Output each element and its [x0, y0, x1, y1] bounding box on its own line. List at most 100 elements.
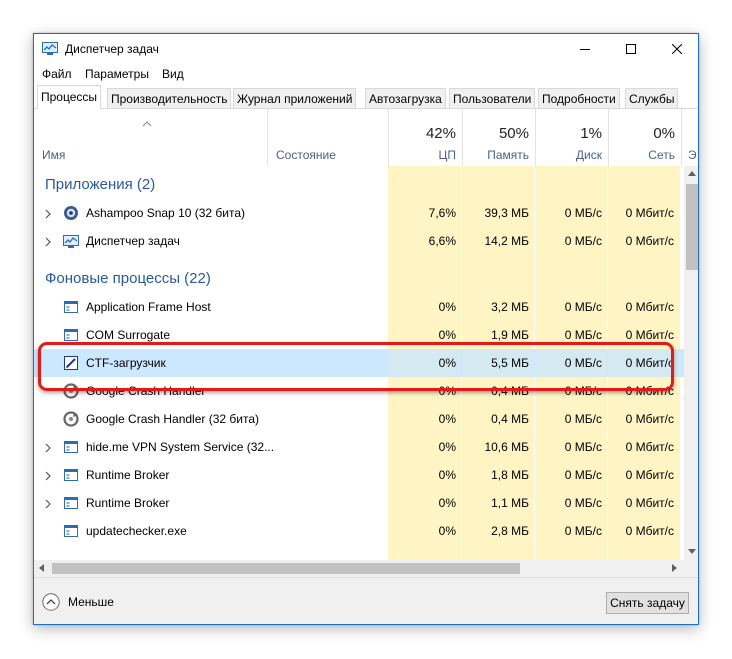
close-button[interactable]: [654, 34, 698, 64]
vertical-scrollbar[interactable]: [684, 166, 698, 560]
disk-cell: 0 МБ/с: [564, 356, 602, 370]
cpu-cell: 0%: [438, 328, 456, 342]
memory-total-percent: 50%: [498, 125, 529, 142]
memory-cell: 0,4 МБ: [491, 384, 529, 398]
window-title: Диспетчер задач: [65, 42, 159, 56]
tab-startup[interactable]: Автозагрузка: [365, 88, 446, 108]
table-row[interactable]: CTF-загрузчик 0% 5,5 МБ 0 МБ/с 0 Мбит/с: [34, 349, 684, 377]
scroll-left-icon[interactable]: [39, 564, 44, 572]
horizontal-scrollbar[interactable]: [34, 560, 684, 577]
tab-details[interactable]: Подробности: [538, 88, 620, 108]
table-row[interactable]: Google Crash Handler 0% 0,4 МБ 0 МБ/с 0 Мбит…: [34, 377, 684, 405]
process-name: COM Surrogate: [86, 328, 171, 342]
network-total-percent: 0%: [653, 125, 675, 142]
maximize-icon: [626, 44, 636, 54]
memory-cell: 0,4 МБ: [491, 412, 529, 426]
tab-app-history[interactable]: Журнал приложений: [233, 88, 357, 108]
expand-chevron-icon[interactable]: [44, 208, 53, 219]
expand-chevron-icon[interactable]: [44, 442, 53, 453]
menu-options[interactable]: Параметры: [85, 67, 149, 81]
table-row[interactable]: Google Crash Handler (32 бита) 0% 0,4 МБ 0 …: [34, 405, 684, 433]
network-cell: 0 Мбит/с: [625, 468, 674, 482]
menu-view[interactable]: Вид: [162, 67, 184, 81]
process-name: Runtime Broker: [86, 468, 170, 482]
process-name: Application Frame Host: [86, 300, 211, 314]
group-header-background[interactable]: Фоновые процессы (22): [34, 265, 684, 293]
cpu-cell: 6,6%: [428, 234, 456, 248]
network-cell: 0 Мбит/с: [625, 300, 674, 314]
group-header-apps[interactable]: Приложения (2): [34, 171, 684, 199]
expand-chevron-icon[interactable]: [44, 236, 53, 247]
column-status: Состояние: [276, 148, 336, 162]
google-update-icon: [63, 383, 79, 399]
process-name: Диспетчер задач: [86, 234, 180, 248]
taskmgr-icon: [63, 233, 79, 249]
group-title: Приложения (2): [45, 176, 156, 193]
horizontal-scroll-thumb[interactable]: [52, 563, 520, 574]
minimize-button-real[interactable]: [562, 34, 608, 64]
table-row[interactable]: COM Surrogate 0% 1,9 МБ 0 МБ/с 0 Мбит/с: [34, 321, 684, 349]
column-cpu-header[interactable]: 42% ЦП: [388, 109, 462, 166]
memory-cell: 39,3 МБ: [484, 206, 529, 220]
network-cell: 0 Мбит/с: [625, 524, 674, 538]
scroll-right-icon[interactable]: [672, 564, 677, 572]
column-memory: Память: [487, 148, 529, 162]
fewer-details-link[interactable]: Меньше: [68, 595, 114, 609]
table-row[interactable]: Runtime Broker 0% 1,1 МБ 0 МБ/с 0 Мбит/с: [34, 489, 684, 517]
column-disk: Диск: [575, 148, 602, 162]
column-memory-header[interactable]: 50% Память: [462, 109, 535, 166]
cpu-cell: 0%: [438, 300, 456, 314]
column-name[interactable]: Имя: [42, 148, 65, 162]
disk-total-percent: 1%: [580, 125, 602, 142]
memory-cell: 14,2 МБ: [484, 234, 529, 248]
cpu-cell: 0%: [438, 440, 456, 454]
disk-cell: 0 МБ/с: [564, 328, 602, 342]
disk-cell: 0 МБ/с: [564, 206, 602, 220]
table-row[interactable]: Runtime Broker 0% 1,8 МБ 0 МБ/с 0 Мбит/с: [34, 461, 684, 489]
table-row[interactable]: updatechecker.exe 0% 2,8 МБ 0 МБ/с 0 Мбит/с: [34, 517, 684, 545]
scroll-down-icon[interactable]: [688, 549, 696, 554]
expand-chevron-icon[interactable]: [44, 498, 53, 509]
title-bar[interactable]: Диспетчер задач: [34, 34, 698, 64]
maximize-button[interactable]: [608, 34, 654, 64]
table-row[interactable]: Диспетчер задач 6,6% 14,2 МБ 0 МБ/с 0 Мбит/с: [34, 227, 684, 255]
process-name: Runtime Broker: [86, 496, 170, 510]
column-status-header[interactable]: Состояние: [267, 109, 388, 166]
window-app-icon: [63, 327, 79, 343]
table-row[interactable]: Application Frame Host 0% 3,2 МБ 0 МБ/с 0 Мб…: [34, 293, 684, 321]
tab-processes[interactable]: Процессы: [37, 85, 102, 109]
memory-cell: 2,8 МБ: [491, 524, 529, 538]
table-row[interactable]: hide.me VPN System Service (32... 0% 10,6 …: [34, 433, 684, 461]
minimize-icon: [580, 49, 590, 50]
column-extra: Э: [688, 148, 697, 162]
process-name: Google Crash Handler: [86, 384, 206, 398]
column-header: Имя Состояние 42% ЦП 50% Память 1% Диск …: [34, 109, 698, 166]
end-task-button[interactable]: Снять задачу: [606, 592, 689, 614]
disk-cell: 0 МБ/с: [564, 412, 602, 426]
tab-users[interactable]: Пользователи: [449, 88, 536, 108]
table-row[interactable]: Ashampoo Snap 10 (32 бита) 7,6% 39,3 МБ 0 М…: [34, 199, 684, 227]
collapse-icon[interactable]: [42, 593, 60, 611]
cpu-total-percent: 42%: [425, 125, 456, 142]
memory-cell: 5,5 МБ: [491, 356, 529, 370]
network-cell: 0 Мбит/с: [625, 440, 674, 454]
column-disk-header[interactable]: 1% Диск: [535, 109, 608, 166]
menu-file[interactable]: Файл: [42, 67, 72, 81]
network-cell: 0 Мбит/с: [625, 356, 674, 370]
cpu-cell: 0%: [438, 384, 456, 398]
expand-chevron-icon[interactable]: [44, 470, 53, 481]
task-manager-app-icon: [42, 42, 58, 55]
tab-performance[interactable]: Производительность: [107, 88, 232, 108]
process-name: updatechecker.exe: [86, 524, 187, 538]
memory-cell: 1,1 МБ: [491, 496, 529, 510]
network-cell: 0 Мбит/с: [625, 412, 674, 426]
scroll-up-icon[interactable]: [688, 171, 696, 176]
tab-services[interactable]: Службы: [625, 88, 679, 108]
window-app-icon: [63, 299, 79, 315]
memory-cell: 1,8 МБ: [491, 468, 529, 482]
column-network-header[interactable]: 0% Сеть: [608, 109, 681, 166]
vertical-scroll-thumb[interactable]: [686, 184, 698, 270]
column-extra-header[interactable]: Э: [681, 109, 698, 166]
disk-cell: 0 МБ/с: [564, 496, 602, 510]
task-manager-window: Диспетчер задач Файл Параметры Вид Проце…: [33, 33, 699, 625]
